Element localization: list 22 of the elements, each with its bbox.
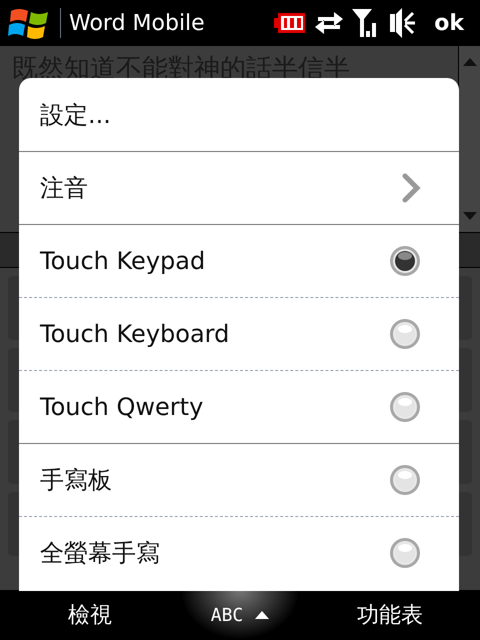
window-title: Word Mobile — [69, 10, 205, 38]
ok-button[interactable]: ok — [426, 6, 472, 40]
menu-item[interactable]: 設定... — [19, 78, 459, 151]
battery-icon — [274, 12, 306, 34]
menu-item[interactable]: 全螢幕手寫 — [19, 516, 459, 589]
radio-button[interactable] — [389, 318, 421, 350]
scroll-bar[interactable] — [458, 46, 480, 232]
caret-icon — [255, 611, 270, 619]
sync-arrows-icon — [314, 9, 344, 37]
radio-button[interactable] — [389, 391, 421, 423]
input-selector-button[interactable]: ABC — [180, 590, 300, 640]
radio-button[interactable] — [389, 245, 421, 277]
menu-item[interactable]: Touch Keyboard — [19, 297, 459, 370]
radio-button[interactable] — [389, 537, 421, 569]
menu-item[interactable]: Touch Keypad — [19, 224, 459, 297]
chevron-right-icon — [401, 173, 421, 203]
radio-button[interactable] — [389, 464, 421, 496]
menu-item[interactable]: 注音 — [19, 151, 459, 224]
menu-item[interactable]: Touch Qwerty — [19, 370, 459, 443]
menu-softkey[interactable]: 功能表 — [300, 590, 480, 640]
view-softkey[interactable]: 檢視 — [0, 590, 180, 640]
menu-item[interactable]: 手寫板 — [19, 443, 459, 516]
